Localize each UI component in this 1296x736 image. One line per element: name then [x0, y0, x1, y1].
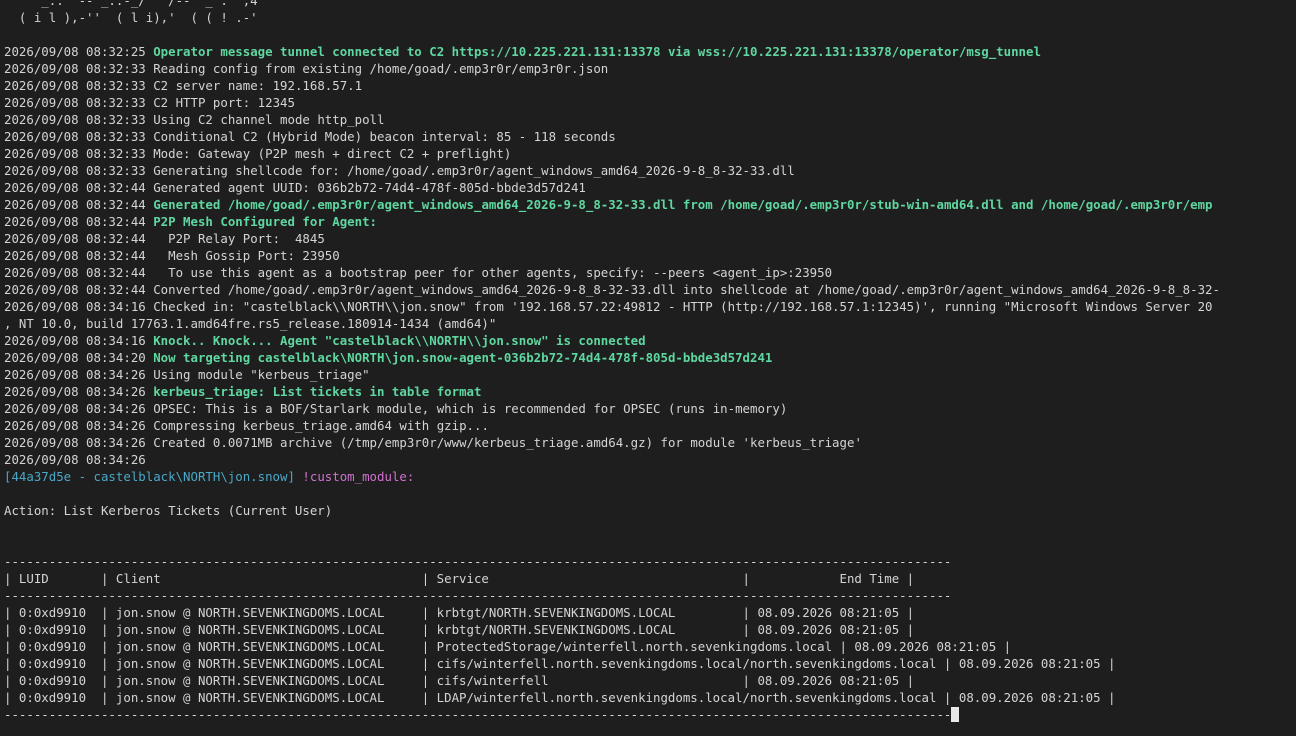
log-timestamp: 2026/09/08 08:32:33 [4, 129, 146, 144]
log-message: C2 server name: 192.168.57.1 [153, 78, 363, 93]
log-message-success: Now targeting castelblack\NORTH\jon.snow… [153, 350, 773, 365]
log-timestamp: 2026/09/08 08:32:33 [4, 146, 146, 161]
table-border-line: ----------------------------------------… [4, 706, 1296, 723]
log-line: 2026/09/08 08:32:44 Converted /home/goad… [4, 281, 1296, 298]
table-border: ----------------------------------------… [4, 707, 952, 722]
log-message: Mode: Gateway (P2P mesh + direct C2 + pr… [153, 146, 512, 161]
log-timestamp: 2026/09/08 08:32:44 [4, 282, 146, 297]
prompt-agent-id: [44a37d5e - castelblack\NORTH\jon.snow] [4, 469, 295, 484]
log-timestamp: 2026/09/08 08:32:44 [4, 214, 146, 229]
terminal-cursor [951, 707, 960, 722]
log-timestamp: 2026/09/08 08:34:26 [4, 418, 146, 433]
table-border-line: ----------------------------------------… [4, 588, 952, 603]
table-row: | 0:0xd9910 | jon.snow @ NORTH.SEVENKING… [4, 673, 915, 688]
table-border-line: ----------------------------------------… [4, 554, 952, 569]
log-message: Created 0.0071MB archive (/tmp/emp3r0r/w… [153, 435, 862, 450]
log-line: 2026/09/08 08:32:33 Mode: Gateway (P2P m… [4, 145, 1296, 162]
log-timestamp: 2026/09/08 08:32:33 [4, 112, 146, 127]
log-line: 2026/09/08 08:32:33 Reading config from … [4, 60, 1296, 77]
log-timestamp: 2026/09/08 08:32:44 [4, 197, 146, 212]
log-message-success: Generated /home/goad/.emp3r0r/agent_wind… [153, 197, 1213, 212]
log-separator [146, 452, 153, 467]
table-row: | LUID | Client | Service | End Time | [4, 571, 915, 586]
log-timestamp: 2026/09/08 08:32:44 [4, 248, 146, 263]
log-timestamp: 2026/09/08 08:32:33 [4, 61, 146, 76]
log-timestamp: 2026/09/08 08:32:33 [4, 163, 146, 178]
log-timestamp: 2026/09/08 08:34:26 [4, 367, 146, 382]
log-line: 2026/09/08 08:32:33 Conditional C2 (Hybr… [4, 128, 1296, 145]
log-timestamp: 2026/09/08 08:34:16 [4, 299, 146, 314]
log-timestamp: 2026/09/08 08:34:26 [4, 401, 146, 416]
log-message: , NT 10.0, build 17763.1.amd64fre.rs5_re… [4, 316, 497, 331]
log-line: 2026/09/08 08:34:16 Knock.. Knock... Age… [4, 332, 1296, 349]
log-line: 2026/09/08 08:34:26 OPSEC: This is a BOF… [4, 400, 1296, 417]
log-line: , NT 10.0, build 17763.1.amd64fre.rs5_re… [4, 315, 1296, 332]
log-line: 2026/09/08 08:34:26 Compressing kerbeus_… [4, 417, 1296, 434]
log-line: 2026/09/08 08:32:44 Generated agent UUID… [4, 179, 1296, 196]
log-line: 2026/09/08 08:32:33 C2 HTTP port: 12345 [4, 94, 1296, 111]
log-message: P2P Relay Port: 4845 [153, 231, 325, 246]
log-line: 2026/09/08 08:32:33 Using C2 channel mod… [4, 111, 1296, 128]
log-timestamp: 2026/09/08 08:32:33 [4, 95, 146, 110]
table-row: | 0:0xd9910 | jon.snow @ NORTH.SEVENKING… [4, 690, 1116, 705]
log-timestamp: 2026/09/08 08:34:26 [4, 384, 146, 399]
table-row: | 0:0xd9910 | jon.snow @ NORTH.SEVENKING… [4, 605, 915, 620]
log-timestamp: 2026/09/08 08:34:16 [4, 333, 146, 348]
log-line: 2026/09/08 08:34:26 Using module "kerbeu… [4, 366, 1296, 383]
log-message: Using module "kerbeus_triage" [153, 367, 370, 382]
banner-line: _.. `--'_..-_/ /--' _ .' ,4 [4, 0, 258, 8]
log-timestamp: 2026/09/08 08:32:44 [4, 231, 146, 246]
log-line: 2026/09/08 08:34:26 kerbeus_triage: List… [4, 383, 1296, 400]
log-message: Reading config from existing /home/goad/… [153, 61, 609, 76]
log-message: Mesh Gossip Port: 23950 [153, 248, 340, 263]
command-prompt[interactable]: [44a37d5e - castelblack\NORTH\jon.snow] … [4, 468, 1296, 485]
log-line: 2026/09/08 08:32:44 Generated /home/goad… [4, 196, 1296, 213]
banner-line: ( i l ),-'' ( l i),' ( ( ! .-' [4, 10, 258, 25]
log-message: Checked in: "castelblack\\NORTH\\jon.sno… [153, 299, 1213, 314]
log-line: 2026/09/08 08:32:33 C2 server name: 192.… [4, 77, 1296, 94]
output-line: Action: List Kerberos Tickets (Current U… [4, 503, 333, 518]
log-timestamp: 2026/09/08 08:32:44 [4, 265, 146, 280]
log-message: Compressing kerbeus_triage.amd64 with gz… [153, 418, 489, 433]
log-message-success: kerbeus_triage: List tickets in table fo… [153, 384, 482, 399]
log-line: 2026/09/08 08:32:33 Generating shellcode… [4, 162, 1296, 179]
log-message-success: Operator message tunnel connected to C2 … [153, 44, 1041, 59]
log-message: C2 HTTP port: 12345 [153, 95, 295, 110]
log-timestamp: 2026/09/08 08:34:26 [4, 452, 146, 467]
log-message: OPSEC: This is a BOF/Starlark module, wh… [153, 401, 788, 416]
table-row: | 0:0xd9910 | jon.snow @ NORTH.SEVENKING… [4, 656, 1116, 671]
log-line: 2026/09/08 08:34:16 Checked in: "castelb… [4, 298, 1296, 315]
log-line: 2026/09/08 08:34:26 Created 0.0071MB arc… [4, 434, 1296, 451]
terminal-window[interactable]: _.. `--'_..-_/ /--' _ .' ,4 ( i l ),-'' … [0, 0, 1296, 736]
log-timestamp: 2026/09/08 08:32:44 [4, 180, 146, 195]
log-message: Conditional C2 (Hybrid Mode) beacon inte… [153, 129, 616, 144]
log-line: 2026/09/08 08:32:25 Operator message tun… [4, 43, 1296, 60]
log-line: 2026/09/08 08:32:44 P2P Relay Port: 4845 [4, 230, 1296, 247]
log-timestamp: 2026/09/08 08:32:33 [4, 78, 146, 93]
log-line: 2026/09/08 08:32:44 Mesh Gossip Port: 23… [4, 247, 1296, 264]
log-line: 2026/09/08 08:32:44 P2P Mesh Configured … [4, 213, 1296, 230]
log-message: Converted /home/goad/.emp3r0r/agent_wind… [153, 282, 1220, 297]
log-message: Using C2 channel mode http_poll [153, 112, 385, 127]
table-row: | 0:0xd9910 | jon.snow @ NORTH.SEVENKING… [4, 639, 1012, 654]
log-line: 2026/09/08 08:34:20 Now targeting castel… [4, 349, 1296, 366]
log-timestamp: 2026/09/08 08:34:26 [4, 435, 146, 450]
log-timestamp: 2026/09/08 08:32:25 [4, 44, 146, 59]
log-message-success: P2P Mesh Configured for Agent: [153, 214, 378, 229]
module-output: Action: List Kerberos Tickets (Current U… [4, 485, 1296, 706]
log-message: To use this agent as a bootstrap peer fo… [153, 265, 833, 280]
log-line: 2026/09/08 08:34:26 [4, 451, 1296, 468]
table-row: | 0:0xd9910 | jon.snow @ NORTH.SEVENKING… [4, 622, 915, 637]
log-output: 2026/09/08 08:32:25 Operator message tun… [4, 43, 1296, 468]
prompt-command: !custom_module: [294, 469, 415, 484]
log-line: 2026/09/08 08:32:44 To use this agent as… [4, 264, 1296, 281]
log-message-success: Knock.. Knock... Agent "castelblack\\NOR… [153, 333, 646, 348]
log-timestamp: 2026/09/08 08:34:20 [4, 350, 146, 365]
log-message: Generated agent UUID: 036b2b72-74d4-478f… [153, 180, 586, 195]
log-message: Generating shellcode for: /home/goad/.em… [153, 163, 795, 178]
